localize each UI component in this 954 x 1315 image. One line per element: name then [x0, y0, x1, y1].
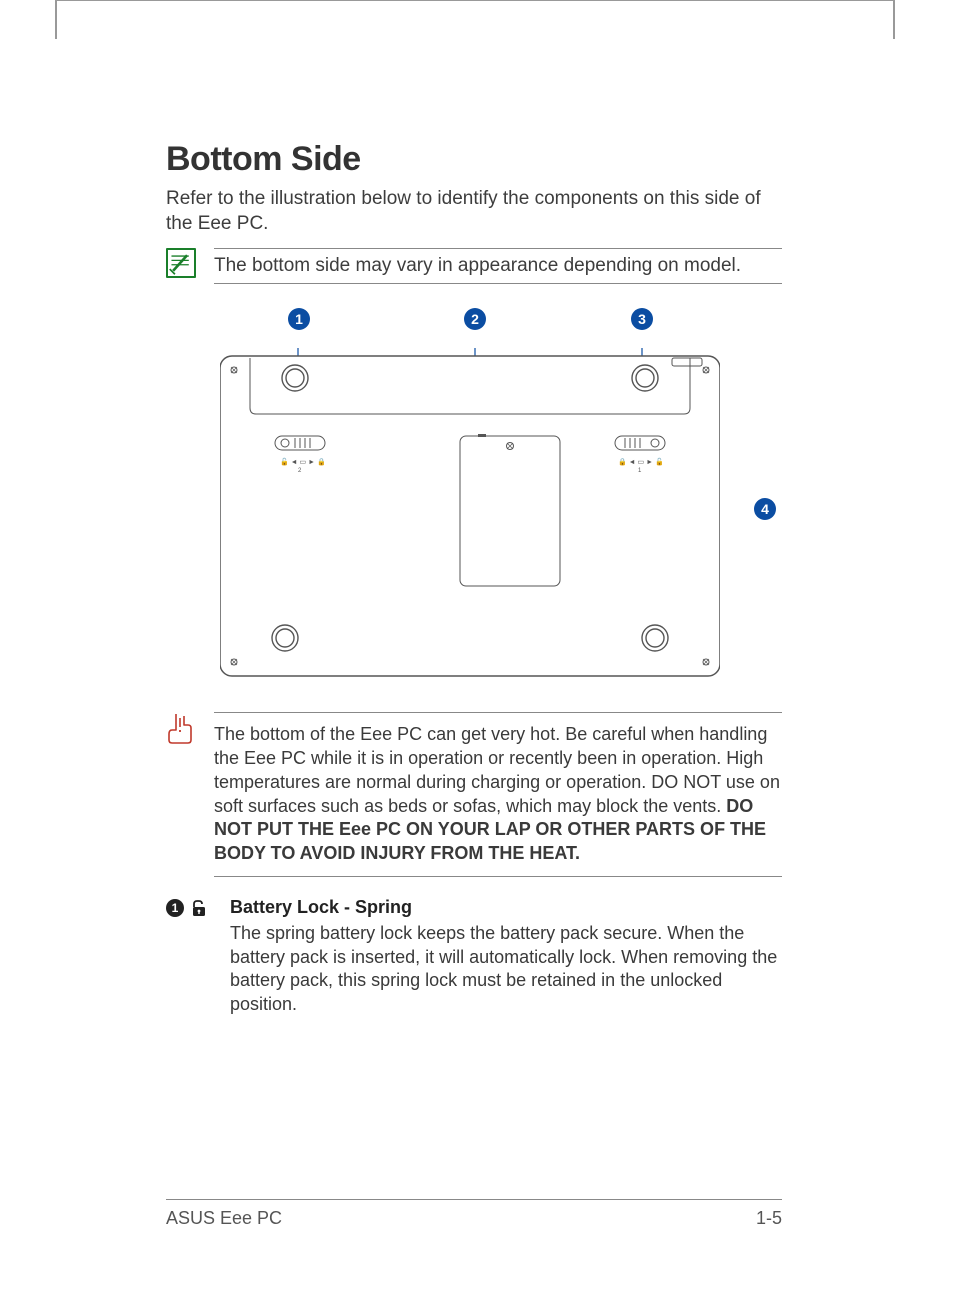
note-text: The bottom side may vary in appearance d… [214, 255, 782, 284]
note-icon [166, 248, 196, 278]
warning-text: The bottom of the Eee PC can get very ho… [214, 723, 782, 877]
bottom-side-diagram: 1 2 3 4 [166, 308, 782, 688]
item-title: Battery Lock - Spring [230, 897, 782, 918]
component-item-1: 1 Battery Lock - Spring The spring batte… [166, 897, 782, 1017]
callout-2: 2 [464, 308, 486, 330]
callout-1: 1 [288, 308, 310, 330]
footer-page-number: 1-5 [756, 1208, 782, 1229]
callout-4: 4 [754, 498, 776, 520]
svg-text:🔓 ◄ ▭ ► 🔒: 🔓 ◄ ▭ ► 🔒 [280, 457, 326, 466]
footer-doc-name: ASUS Eee PC [166, 1208, 282, 1229]
lock-open-icon [190, 899, 208, 917]
page-footer: ASUS Eee PC 1-5 [166, 1199, 782, 1229]
intro-text: Refer to the illustration below to ident… [166, 187, 782, 236]
warning-icon [166, 712, 196, 877]
page-title: Bottom Side [166, 140, 782, 179]
warning-block: The bottom of the Eee PC can get very ho… [166, 712, 782, 877]
item-text: The spring battery lock keeps the batter… [230, 922, 782, 1017]
note-block: The bottom side may vary in appearance d… [166, 248, 782, 284]
callout-3: 3 [631, 308, 653, 330]
callout-badge-1: 1 [166, 899, 184, 917]
svg-text:🔒 ◄ ▭ ► 🔓: 🔒 ◄ ▭ ► 🔓 [618, 457, 664, 466]
